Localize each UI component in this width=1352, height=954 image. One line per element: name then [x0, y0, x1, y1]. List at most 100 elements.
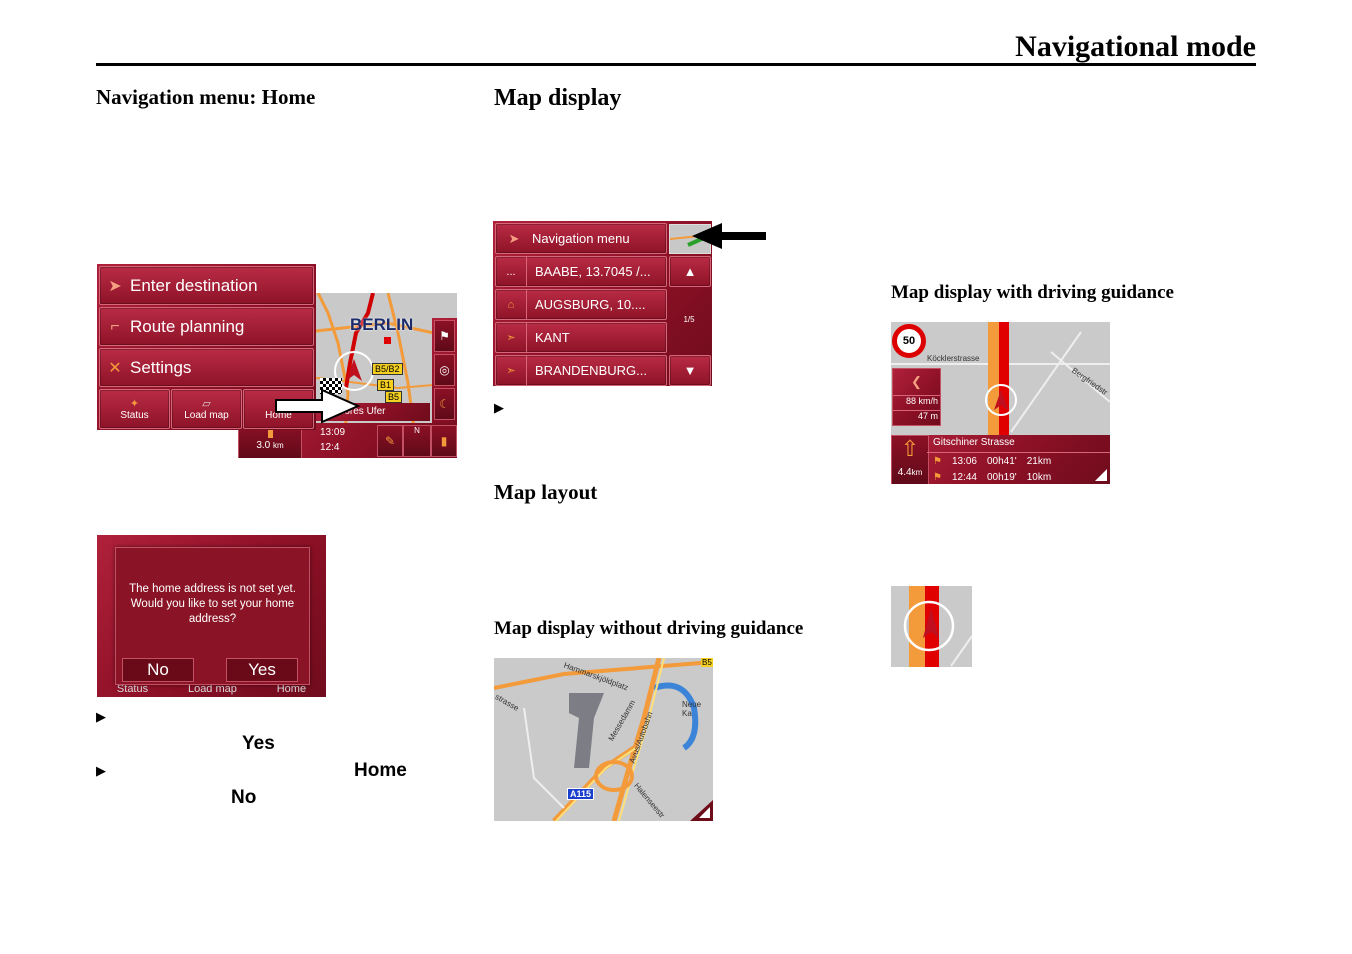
- arrow-up-icon: ▲: [683, 264, 697, 279]
- menu-item-label: Route planning: [130, 316, 245, 336]
- tools-icon: ✕: [108, 359, 122, 377]
- divider: [927, 452, 1110, 453]
- menu-item-label: Enter destination: [130, 275, 258, 295]
- section-heading-map-layout: Map layout: [494, 480, 598, 504]
- navigation-arrow-icon: ➤: [108, 277, 122, 295]
- destination-item[interactable]: ➣ KANT: [495, 322, 667, 353]
- destination-label: BAABE, 13.7045 /...: [535, 264, 651, 279]
- menu-item-settings[interactable]: ✕ Settings: [99, 348, 314, 387]
- map-with-guidance: 50 Köcklerstrasse Bergfriedstr ❮ 88 km/h…: [891, 322, 1110, 484]
- nav-menu-label: Navigation menu: [532, 231, 630, 246]
- section-heading-home: Navigation menu: Home: [96, 85, 316, 109]
- map-icon: ▱: [202, 398, 211, 410]
- menu-item-label: Settings: [130, 357, 192, 377]
- duration: 00h41': [987, 456, 1017, 467]
- moon-icon: ☾: [439, 397, 450, 411]
- satellite-icon: ✦: [129, 398, 140, 410]
- compass-button[interactable]: N: [403, 425, 431, 457]
- next-distance: 4.4: [897, 467, 912, 478]
- load-map-button[interactable]: ▱ Load map: [171, 389, 242, 429]
- menu-corner-button[interactable]: [690, 800, 713, 821]
- bullet-arrow-icon: ▶: [494, 401, 504, 416]
- keyword-home: Home: [354, 760, 407, 781]
- guidance-bar: ⇧ 4.4km Gitschiner Strasse ⚑ 13:06 00h41…: [891, 435, 1110, 484]
- arrow-down-icon: ▼: [683, 363, 697, 378]
- route-icon: ⌐: [110, 317, 120, 335]
- eta-time-2: 12:4: [320, 442, 340, 453]
- menu-item-route-planning[interactable]: ⌐ Route planning: [99, 307, 314, 346]
- compass-icon: N: [414, 426, 420, 435]
- flag-button[interactable]: ⚑: [434, 320, 455, 352]
- current-street: Gitschiner Strasse: [933, 437, 1015, 448]
- flag-icon: ⚑: [439, 329, 450, 343]
- destination-label: KANT: [535, 330, 570, 345]
- crosshair-icon: ◎: [439, 363, 450, 377]
- road-badge: B1: [377, 379, 395, 391]
- flag-icon: ⚑: [933, 472, 942, 483]
- flag-icon: ➣: [496, 323, 527, 352]
- next-turn-box: ⇧ 4.4km: [891, 435, 929, 484]
- next-distance-unit: km: [911, 468, 923, 477]
- destination-item[interactable]: ... BAABE, 13.7045 /...: [495, 256, 667, 287]
- route-info-row: ⚑ 13:06 00h41' 21km: [933, 456, 1051, 467]
- section-heading-without-guidance: Map display without driving guidance: [494, 618, 804, 639]
- navigation-menu-button[interactable]: ➤ Navigation menu: [495, 223, 667, 254]
- eta: 12:44: [951, 472, 977, 483]
- position-marker: [985, 384, 1017, 416]
- dialog-message: The home address is not set yet. Would y…: [129, 583, 296, 625]
- keyword-yes: Yes: [242, 733, 275, 754]
- bullet-arrow-icon: ▶: [96, 764, 106, 779]
- route-info-row: ⚑ 12:44 00h19' 10km: [933, 472, 1051, 483]
- section-heading-with-guidance: Map display with driving guidance: [891, 282, 1174, 303]
- vehicle-arrow-icon: [994, 390, 1008, 410]
- destination-label: BRANDENBURG...: [535, 363, 647, 378]
- destination-item[interactable]: ⌂ AUGSBURG, 10....: [495, 289, 667, 320]
- road-badge-b5: B5: [701, 658, 713, 667]
- duration: 00h19': [987, 472, 1017, 483]
- pin-icon: ✎: [384, 434, 396, 448]
- dialog-box: The home address is not set yet. Would y…: [115, 547, 310, 685]
- button-label: Status: [120, 410, 149, 421]
- header-rule: [96, 63, 1256, 66]
- closeup-map: [891, 586, 972, 667]
- distance: 10km: [1026, 472, 1052, 483]
- street-label: Neue Ka: [682, 700, 702, 718]
- page-indicator: 1/5: [683, 315, 695, 324]
- speed-panel: ❮ 88 km/h 47 m: [892, 368, 941, 426]
- menu-item-enter-destination[interactable]: ➤ Enter destination: [99, 266, 314, 305]
- yes-button[interactable]: Yes: [226, 658, 298, 682]
- destination-list-screen: ➤ Navigation menu ... BAABE, 13.7045 /..…: [493, 221, 712, 386]
- turn-direction-icon: ❮: [893, 369, 940, 396]
- eta-time: 13:09: [320, 427, 346, 438]
- exit-icon: ▮: [440, 434, 448, 448]
- position-marker-closeup: [891, 586, 972, 667]
- speed-limit-sign: 50: [892, 324, 926, 358]
- flag-icon: ➣: [496, 356, 527, 385]
- keyword-no: No: [231, 787, 257, 808]
- night-mode-button[interactable]: ☾: [434, 388, 455, 420]
- distance-unit: km: [273, 441, 284, 450]
- menu-corner-button[interactable]: [1089, 465, 1109, 483]
- road-badge: B5: [385, 391, 403, 403]
- status-button[interactable]: ✦ Status: [99, 389, 170, 429]
- destination-label: AUGSBURG, 10....: [535, 297, 646, 312]
- scroll-up-button[interactable]: ▲: [669, 256, 711, 287]
- section-heading-map-display: Map display: [494, 85, 622, 111]
- map-without-guidance: A115 B5 Hammarskjöldplatz Messedamm Avus…: [494, 658, 713, 821]
- center-position-button[interactable]: ◎: [434, 354, 455, 386]
- exit-button[interactable]: ▮: [431, 425, 457, 457]
- street-label: Köcklerstrasse: [927, 354, 980, 363]
- ellipsis-icon: ...: [496, 257, 527, 286]
- flag-icon: ⚑: [933, 456, 942, 467]
- button-label: Load map: [184, 410, 229, 421]
- eta: 13:06: [951, 456, 977, 467]
- scroll-down-button[interactable]: ▼: [669, 355, 711, 386]
- distance: 21km: [1026, 456, 1052, 467]
- page-title: Navigational mode: [1015, 30, 1256, 63]
- current-speed: 88 km/h: [893, 396, 940, 411]
- pointer-arrow-icon: [275, 388, 361, 424]
- no-button[interactable]: No: [122, 658, 194, 682]
- bullet-arrow-icon: ▶: [96, 710, 106, 725]
- route-options-button[interactable]: ✎: [377, 425, 403, 457]
- destination-item[interactable]: ➣ BRANDENBURG...: [495, 355, 667, 386]
